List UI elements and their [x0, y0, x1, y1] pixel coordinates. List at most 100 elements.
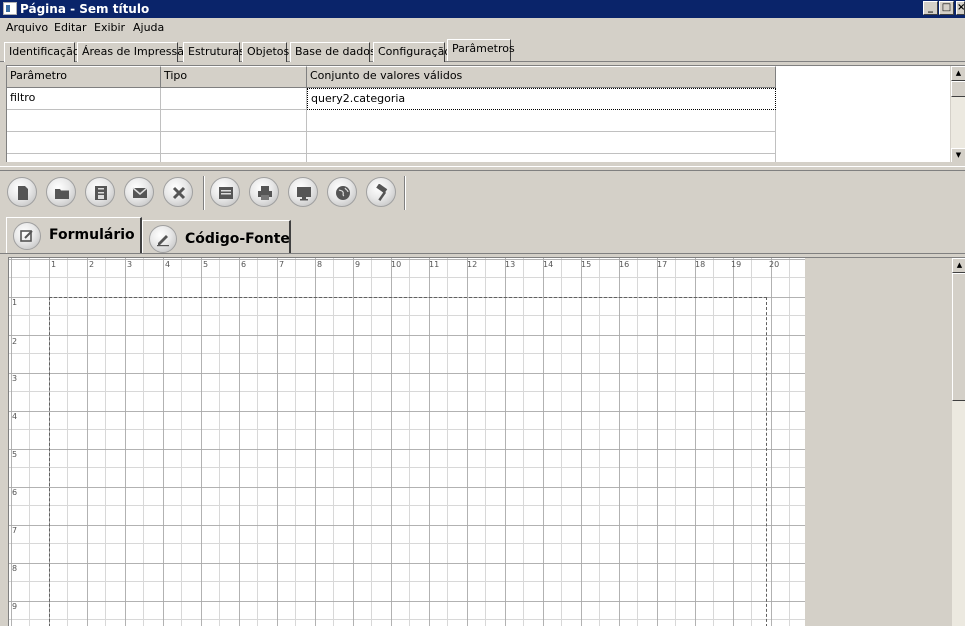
tab-identificacao[interactable]: Identificação [4, 42, 80, 62]
ruler-mark: 17 [657, 260, 668, 269]
scroll-up-icon[interactable]: ▲ [951, 66, 965, 81]
page-margin-left [49, 297, 50, 626]
menu-arquivo[interactable]: Arquivo [6, 21, 48, 34]
email-button[interactable] [124, 177, 154, 207]
ruler-mark: 4 [12, 412, 18, 421]
tab-base-dados[interactable]: Base de dados [290, 42, 376, 62]
app-icon [3, 2, 17, 15]
ruler-mark: 7 [12, 526, 18, 535]
ruler-mark: 8 [317, 260, 323, 269]
ruler-mark: 15 [581, 260, 592, 269]
parameters-grid[interactable]: Parâmetro Tipo Conjunto de valores válid… [6, 65, 965, 162]
grid-cell[interactable] [7, 110, 161, 132]
ruler-mark: 3 [127, 260, 133, 269]
ruler-mark: 12 [467, 260, 478, 269]
toolbar-separator [404, 176, 406, 210]
scroll-up-icon[interactable]: ▲ [952, 258, 965, 273]
tab-formulario[interactable]: Formulário [6, 217, 142, 253]
tab-configuracao[interactable]: Configuração [373, 42, 451, 62]
toolbar [0, 174, 965, 214]
ruler-mark: 19 [731, 260, 742, 269]
ruler-mark: 10 [391, 260, 402, 269]
form-icon [13, 222, 41, 250]
screen-preview-button[interactable] [288, 177, 318, 207]
print-preview-button[interactable] [210, 177, 240, 207]
tab-estruturas[interactable]: Estruturas [183, 42, 245, 62]
grid-cell[interactable] [161, 88, 307, 110]
grid-cell[interactable] [161, 132, 307, 154]
grid-cell[interactable] [7, 154, 161, 162]
tab-areas-impressao[interactable]: Áreas de Impressão [77, 42, 191, 62]
toolbar-separator [203, 176, 205, 210]
panel-splitter[interactable] [0, 166, 965, 171]
scroll-thumb[interactable] [952, 273, 965, 401]
save-icon [95, 186, 107, 200]
tab-formulario-label: Formulário [49, 227, 135, 243]
maximize-button[interactable]: □ [939, 1, 954, 15]
ruler-mark: 18 [695, 260, 706, 269]
tab-parametros[interactable]: Parâmetros [447, 39, 515, 61]
grid-cell[interactable] [307, 110, 776, 132]
ruler-mark: 14 [543, 260, 554, 269]
grid-empty-area [776, 66, 950, 162]
delete-button[interactable] [163, 177, 193, 207]
scroll-down-icon[interactable]: ▼ [951, 148, 965, 162]
menu-ajuda[interactable]: Ajuda [133, 21, 164, 34]
edit-pen-icon [149, 225, 177, 253]
save-button[interactable] [85, 177, 115, 207]
ruler-mark: 6 [12, 488, 18, 497]
tab-codigo-fonte[interactable]: Código-Fonte [142, 220, 291, 253]
ruler-mark: 9 [12, 602, 18, 611]
ruler-mark: 11 [429, 260, 440, 269]
ruler-mark: 8 [12, 564, 18, 573]
canvas-scrollbar[interactable]: ▲ [951, 258, 965, 626]
grid-cell[interactable]: filtro [7, 88, 161, 110]
grid-cell[interactable] [307, 132, 776, 154]
tab-objetos[interactable]: Objetos [242, 42, 289, 62]
menu-editar[interactable]: Editar [54, 21, 87, 34]
tab-codigo-fonte-label: Código-Fonte [185, 231, 290, 247]
minimize-button[interactable]: _ [923, 1, 938, 15]
ruler-mark: 7 [279, 260, 285, 269]
ruler-mark: 2 [12, 337, 18, 346]
close-button[interactable]: × [956, 1, 965, 15]
grid-cell[interactable] [307, 154, 776, 162]
ruler-mark: 20 [769, 260, 780, 269]
delete-icon [172, 186, 186, 200]
open-button[interactable] [46, 177, 76, 207]
ruler-mark: 1 [51, 260, 57, 269]
menu-bar: Arquivo Editar Exibir Ajuda [0, 18, 965, 38]
ruler-mark: 5 [12, 450, 18, 459]
column-header-tipo[interactable]: Tipo [161, 66, 307, 88]
ruler-mark: 2 [89, 260, 95, 269]
hammer-icon [376, 184, 388, 201]
ruler-mark: 1 [12, 298, 18, 307]
grid-cell[interactable] [7, 132, 161, 154]
ruler-mark: 6 [241, 260, 247, 269]
email-icon [132, 187, 148, 198]
column-header-parametro[interactable]: Parâmetro [7, 66, 161, 88]
page-margin-right [766, 297, 767, 626]
column-header-conjunto-valores[interactable]: Conjunto de valores válidos [307, 66, 776, 88]
grid-cell-selected[interactable]: query2.categoria [307, 88, 776, 110]
web-button[interactable] [327, 177, 357, 207]
editor-tabs: Formulário Código-Fonte [0, 214, 965, 254]
grid-cell[interactable] [161, 110, 307, 132]
page-margin-top [49, 297, 767, 298]
ruler-mark: 13 [505, 260, 516, 269]
new-document-button[interactable] [7, 177, 37, 207]
grid-scrollbar[interactable]: ▲ ▼ [950, 66, 965, 162]
design-area[interactable]: 1 2 3 4 5 6 7 8 9 10 11 12 13 14 15 16 1… [8, 257, 965, 626]
scroll-thumb[interactable] [951, 81, 965, 97]
open-folder-icon [55, 189, 69, 199]
globe-icon [336, 186, 350, 200]
print-button[interactable] [249, 177, 279, 207]
grid-cell[interactable] [161, 154, 307, 162]
print-preview-icon [219, 187, 233, 199]
ruler-mark: 9 [355, 260, 361, 269]
monitor-icon [297, 187, 311, 201]
menu-exibir[interactable]: Exibir [94, 21, 125, 34]
ruler-mark: 16 [619, 260, 630, 269]
build-button[interactable] [366, 177, 396, 207]
design-sheet[interactable]: 1 2 3 4 5 6 7 8 9 10 11 12 13 14 15 16 1… [9, 258, 805, 626]
